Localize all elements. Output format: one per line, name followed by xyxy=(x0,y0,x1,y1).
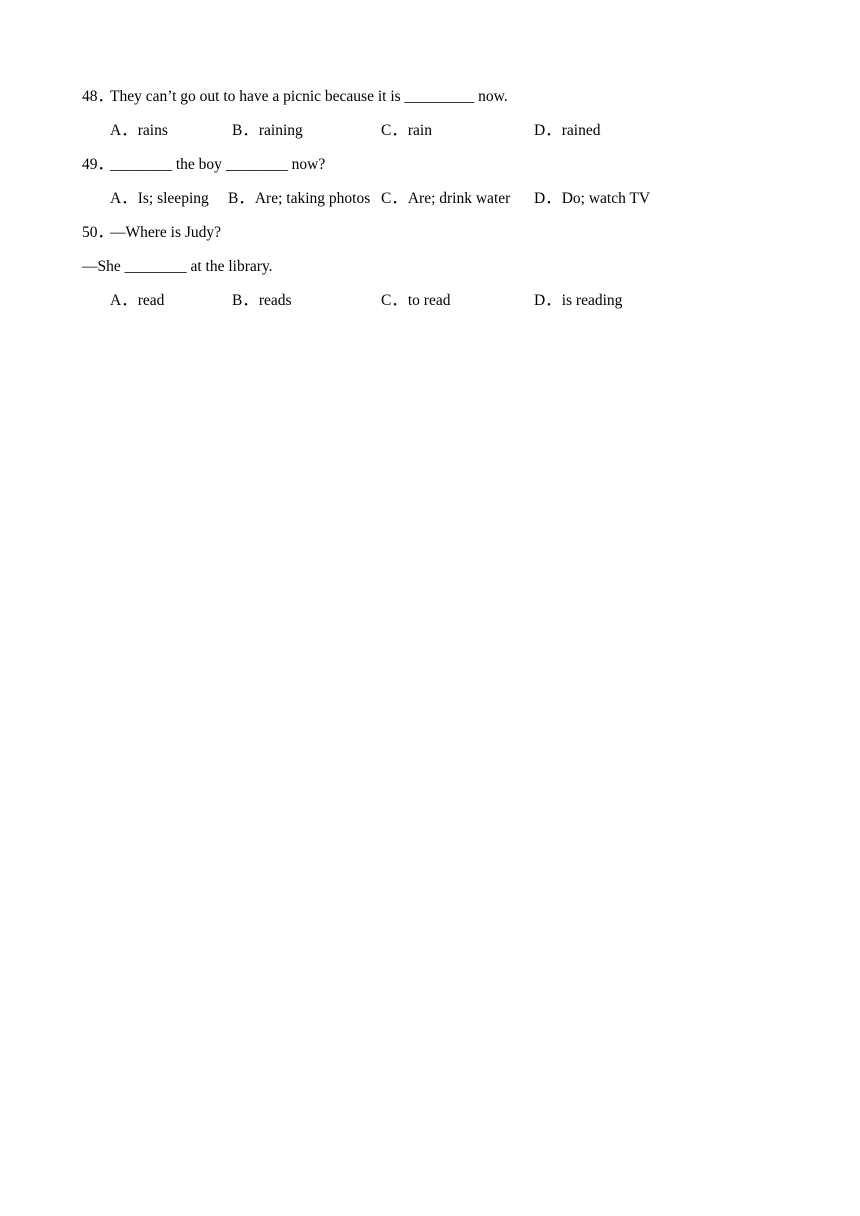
option-text: rained xyxy=(561,122,601,139)
option-text: is reading xyxy=(561,292,623,309)
question-stem-continuation: —She ________ at the library. xyxy=(82,250,782,284)
option-text: Are; drink water xyxy=(407,190,511,207)
question-number: 48． xyxy=(82,88,114,105)
question-block: 49．________ the boy ________ now? A．Is; s… xyxy=(82,148,782,216)
option-b[interactable]: B．reads xyxy=(232,284,292,318)
option-a[interactable]: A．read xyxy=(110,284,164,318)
option-a[interactable]: A．Is; sleeping xyxy=(110,182,209,216)
option-separator: ． xyxy=(121,190,137,207)
option-c[interactable]: C．rain xyxy=(381,114,432,148)
options-row: A．Is; sleeping B．Are; taking photos C．Are;… xyxy=(82,182,782,216)
question-text: They can’t go out to have a picnic becau… xyxy=(110,88,508,105)
option-letter: C xyxy=(381,122,392,139)
option-letter: D xyxy=(534,292,546,309)
option-text: Do; watch TV xyxy=(561,190,651,207)
option-separator: ． xyxy=(391,190,407,207)
option-letter: B xyxy=(228,190,239,207)
option-separator: ． xyxy=(545,122,561,139)
question-stem: 49．________ the boy ________ now? xyxy=(82,148,782,182)
option-separator: ． xyxy=(238,190,254,207)
option-separator: ． xyxy=(545,190,561,207)
option-separator: ． xyxy=(121,292,137,309)
option-text: Is; sleeping xyxy=(137,190,209,207)
option-letter: A xyxy=(110,292,122,309)
question-number: 49． xyxy=(82,156,114,173)
question-number: 50． xyxy=(82,224,114,241)
question-block: 50．—Where is Judy? —She ________ at the l… xyxy=(82,216,782,318)
question-block: 48．They can’t go out to have a picnic be… xyxy=(82,80,782,148)
question-text: —Where is Judy? xyxy=(110,224,222,241)
option-letter: C xyxy=(381,190,392,207)
question-text: —She ________ at the library. xyxy=(82,258,273,275)
worksheet-page: 48．They can’t go out to have a picnic be… xyxy=(0,0,860,1216)
option-d[interactable]: D．is reading xyxy=(534,284,622,318)
option-c[interactable]: C．to read xyxy=(381,284,450,318)
option-text: read xyxy=(137,292,165,309)
option-letter: D xyxy=(534,122,546,139)
question-text: ________ the boy ________ now? xyxy=(110,156,326,173)
options-row: A．rains B．raining C．rain D．rained xyxy=(82,114,782,148)
option-d[interactable]: D．rained xyxy=(534,114,600,148)
option-letter: D xyxy=(534,190,546,207)
option-separator: ． xyxy=(242,122,258,139)
option-separator: ． xyxy=(121,122,137,139)
option-letter: A xyxy=(110,122,122,139)
option-b[interactable]: B．raining xyxy=(232,114,303,148)
option-text: rain xyxy=(407,122,432,139)
option-separator: ． xyxy=(391,292,407,309)
question-stem: 48．They can’t go out to have a picnic be… xyxy=(82,80,782,114)
option-separator: ． xyxy=(242,292,258,309)
option-d[interactable]: D．Do; watch TV xyxy=(534,182,650,216)
option-letter: B xyxy=(232,292,243,309)
option-text: Are; taking photos xyxy=(254,190,371,207)
option-b[interactable]: B．Are; taking photos xyxy=(228,182,370,216)
options-row: A．read B．reads C．to read D．is reading xyxy=(82,284,782,318)
option-separator: ． xyxy=(391,122,407,139)
option-text: reads xyxy=(258,292,292,309)
option-letter: B xyxy=(232,122,243,139)
option-a[interactable]: A．rains xyxy=(110,114,168,148)
question-stem: 50．—Where is Judy? xyxy=(82,216,782,250)
option-text: rains xyxy=(137,122,168,139)
questions-container: 48．They can’t go out to have a picnic be… xyxy=(82,80,782,318)
option-separator: ． xyxy=(545,292,561,309)
option-c[interactable]: C．Are; drink water xyxy=(381,182,510,216)
option-text: to read xyxy=(407,292,451,309)
option-text: raining xyxy=(258,122,303,139)
option-letter: C xyxy=(381,292,392,309)
option-letter: A xyxy=(110,190,122,207)
